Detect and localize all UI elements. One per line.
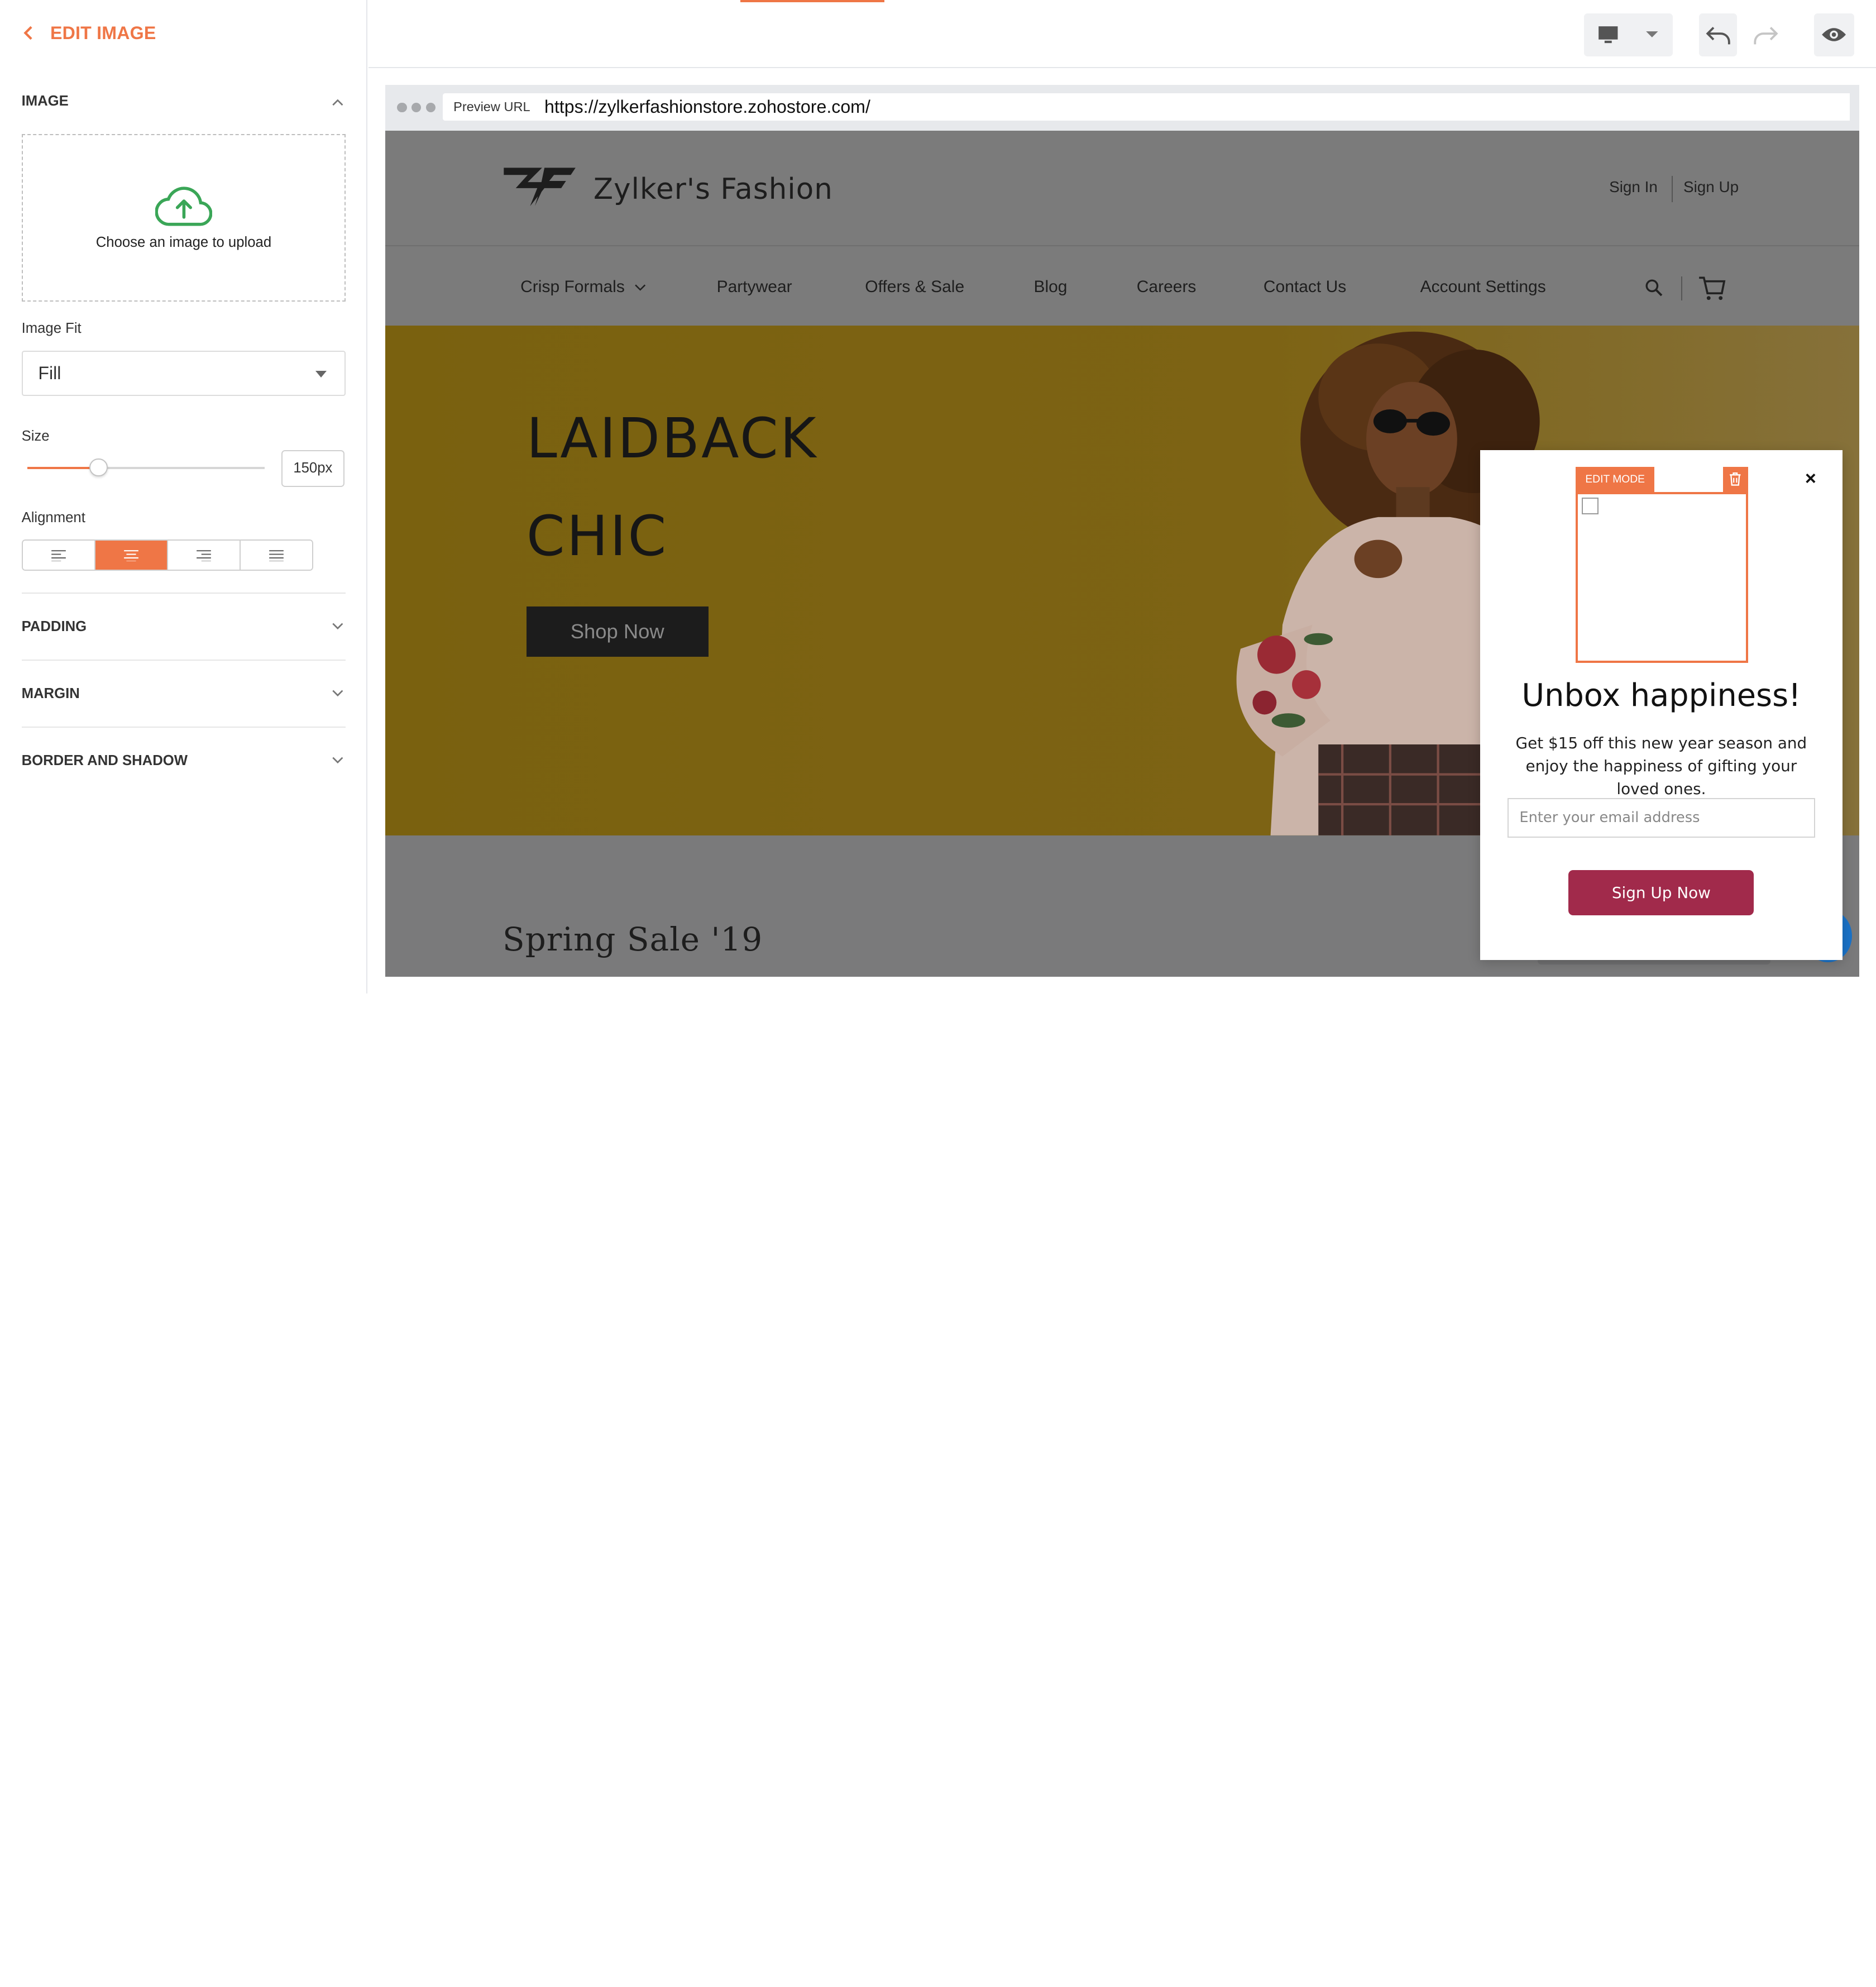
eye-icon: [1822, 28, 1846, 41]
close-icon[interactable]: ×: [1805, 468, 1816, 490]
shop-now-button[interactable]: Shop Now: [526, 606, 709, 657]
newsletter-popup: × EDIT MODE Unbox happiness! Get $15 off…: [1480, 450, 1843, 960]
nav-item-partywear[interactable]: Partywear: [717, 278, 792, 297]
left-panel: EDIT IMAGE IMAGE Choose an image to uplo…: [0, 0, 367, 994]
delete-button[interactable]: [1722, 466, 1748, 492]
size-input[interactable]: 150px: [281, 450, 345, 488]
caret-down-icon: [315, 371, 327, 378]
align-left-button[interactable]: [22, 541, 95, 570]
sign-in-link[interactable]: Sign In: [1609, 178, 1658, 196]
image-upload-area[interactable]: Choose an image to upload: [21, 134, 346, 302]
selected-image-placeholder[interactable]: [1576, 491, 1748, 663]
trash-icon: [1730, 472, 1741, 486]
align-left-icon: [51, 550, 66, 561]
section-border-shadow-title[interactable]: BORDER AND SHADOW: [22, 753, 188, 769]
preview-url[interactable]: https://zylkerfashionstore.zohostore.com…: [536, 93, 1850, 121]
site-header: Zylker's Fashion Sign In Sign Up: [385, 130, 1860, 246]
chevron-up-icon[interactable]: [331, 95, 345, 110]
chevron-down-icon[interactable]: [331, 619, 345, 633]
align-justify-button[interactable]: [241, 541, 313, 570]
popup-title: Unbox happiness!: [1521, 677, 1801, 714]
section-heading: Spring Sale '19: [502, 920, 763, 958]
size-label: Size: [21, 428, 50, 445]
cloud-upload-icon: [155, 186, 212, 226]
nav-item-account-settings[interactable]: Account Settings: [1420, 278, 1546, 297]
device-switcher-button[interactable]: [1584, 13, 1673, 56]
nav-item-contact-us[interactable]: Contact Us: [1264, 278, 1346, 297]
sign-up-now-button[interactable]: Sign Up Now: [1568, 870, 1754, 916]
size-slider-fill: [27, 466, 99, 469]
image-fit-value: Fill: [38, 363, 61, 384]
align-center-icon: [124, 550, 138, 561]
divider: [21, 592, 346, 594]
undo-button[interactable]: [1698, 13, 1738, 56]
redo-button[interactable]: [1746, 13, 1786, 56]
window-dot: [397, 103, 407, 113]
sign-up-link[interactable]: Sign Up: [1683, 178, 1739, 196]
chevron-left-icon[interactable]: [22, 25, 36, 41]
align-justify-icon: [269, 550, 284, 561]
brand-logo-icon: [504, 167, 576, 206]
nav-item-crisp-formals[interactable]: Crisp Formals: [520, 278, 646, 297]
panel-header[interactable]: EDIT IMAGE: [22, 23, 156, 44]
section-margin-title[interactable]: MARGIN: [22, 686, 80, 702]
chevron-down-icon[interactable]: [331, 686, 345, 700]
section-image-title[interactable]: IMAGE: [22, 93, 69, 109]
align-center-button[interactable]: [95, 541, 168, 570]
browser-bar: Preview URL https://zylkerfashionstore.z…: [385, 85, 1860, 131]
section-padding-title[interactable]: PADDING: [22, 619, 87, 635]
preview-url-label: Preview URL: [442, 93, 541, 121]
window-dot: [411, 103, 422, 113]
divider: [21, 726, 346, 728]
undo-icon: [1706, 26, 1730, 45]
align-right-button[interactable]: [168, 541, 241, 570]
broken-image-icon: [1581, 498, 1599, 515]
preview-button[interactable]: [1813, 13, 1855, 56]
image-fit-label: Image Fit: [21, 321, 82, 337]
top-toolbar: [368, 0, 1876, 69]
active-indicator: [740, 0, 884, 3]
popup-description: Get $15 off this new year season and enj…: [1515, 734, 1807, 798]
caret-down-icon: [1646, 31, 1659, 37]
site-nav: Crisp Formals Partywear Offers & Sale Bl…: [385, 245, 1860, 326]
alignment-label: Alignment: [21, 509, 85, 526]
window-dot: [425, 103, 436, 113]
image-fit-select[interactable]: Fill: [21, 350, 346, 397]
auth-separator: [1671, 175, 1673, 203]
size-slider[interactable]: [27, 458, 265, 476]
brand-name[interactable]: Zylker's Fashion: [594, 173, 833, 206]
align-right-icon: [197, 550, 211, 561]
chevron-down-icon: [634, 284, 645, 291]
divider: [21, 659, 346, 661]
cart-icon[interactable]: [1698, 275, 1726, 302]
upload-label: Choose an image to upload: [95, 235, 272, 251]
redo-icon: [1754, 26, 1778, 45]
email-field[interactable]: Enter your email address: [1508, 798, 1815, 838]
hero-title-line1: LAIDBACK: [526, 407, 818, 471]
size-slider-handle[interactable]: [89, 458, 108, 476]
hero-title-line2: CHIC: [526, 505, 668, 569]
nav-separator: [1681, 276, 1682, 300]
nav-item-blog[interactable]: Blog: [1033, 278, 1067, 297]
monitor-icon: [1598, 26, 1618, 44]
edit-mode-badge: EDIT MODE: [1576, 466, 1655, 492]
editor-root: EDIT IMAGE IMAGE Choose an image to uplo…: [0, 0, 1876, 994]
window-dots: [397, 103, 436, 113]
nav-item-offers-sale[interactable]: Offers & Sale: [865, 278, 964, 297]
search-icon[interactable]: [1645, 279, 1664, 298]
nav-label: Crisp Formals: [520, 277, 625, 296]
alignment-group: [21, 539, 314, 571]
panel-title: EDIT IMAGE: [50, 22, 156, 43]
chevron-down-icon[interactable]: [331, 753, 345, 767]
nav-item-careers[interactable]: Careers: [1137, 278, 1197, 297]
